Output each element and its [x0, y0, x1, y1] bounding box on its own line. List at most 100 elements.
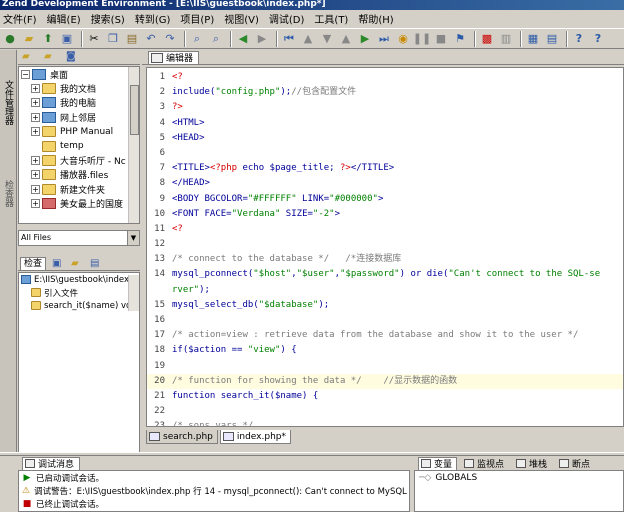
code-line[interactable]: 11 <?	[147, 222, 623, 237]
inspector-item[interactable]: search_it($name) voi	[19, 299, 139, 312]
code-line[interactable]: 15 mysql_select_db("$database");	[147, 298, 623, 313]
help-icon[interactable]: ?	[571, 31, 587, 47]
code-line[interactable]: rver");	[147, 283, 623, 298]
forward-icon[interactable]: ▶	[254, 31, 270, 47]
code-line[interactable]: 14 mysql_pconnect("$host","$user","$passw…	[147, 267, 623, 282]
variable-item[interactable]: ─◇ GLOBALS	[415, 471, 623, 484]
tab-file-1[interactable]: search.php	[146, 430, 218, 444]
tree-item[interactable]: + 美女最上的国度	[19, 197, 139, 211]
step-down-icon[interactable]: ▼	[319, 31, 335, 47]
settings-icon[interactable]: ▤	[544, 31, 560, 47]
expand-icon[interactable]: +	[31, 184, 40, 194]
side-tab-inspectors[interactable]: 检查器	[1, 180, 15, 207]
tree-item[interactable]: + PHP Manual	[19, 125, 139, 139]
inspector-item[interactable]: 引入文件	[19, 286, 139, 299]
menu-tools[interactable]: 工具(T)	[314, 11, 348, 26]
code-line[interactable]: 3 ?>	[147, 100, 623, 115]
tab-variables-3[interactable]: 堆栈	[513, 457, 552, 470]
tab-editor[interactable]: 编辑器	[148, 50, 200, 64]
expand-icon[interactable]: +	[31, 199, 40, 209]
code-line[interactable]: 4 <HTML>	[147, 116, 623, 131]
scroll-thumb[interactable]	[130, 85, 139, 135]
expand-icon[interactable]: +	[31, 156, 40, 166]
code-line[interactable]: 10 <FONT FACE="Verdana" SIZE="-2">	[147, 207, 623, 222]
code-line[interactable]: 18 if($action == "view") {	[147, 343, 623, 358]
profile-icon[interactable]: ⚑	[452, 31, 468, 47]
expand-icon[interactable]: +	[31, 98, 40, 108]
customize-icon[interactable]: ▦	[525, 31, 541, 47]
expand-icon[interactable]: +	[31, 84, 40, 94]
watch-icon[interactable]: ▥	[498, 31, 514, 47]
code-line[interactable]: 13 /* connect to the database */ /*连接数据库	[147, 252, 623, 267]
tab-file-2[interactable]: index.php*	[219, 430, 292, 444]
menu-project[interactable]: 项目(P)	[180, 11, 214, 26]
tab-inspector[interactable]: 检查	[20, 256, 47, 270]
database-tab-icon[interactable]: ◙	[66, 51, 80, 63]
tree-item[interactable]: − 桌面	[19, 67, 139, 81]
tree-item[interactable]: + 播放器.files	[19, 168, 139, 182]
tab-variables-4[interactable]: 断点	[556, 457, 595, 470]
context-help-icon[interactable]: ?	[590, 31, 606, 47]
folder-tab-icon[interactable]: ▰	[22, 51, 36, 63]
tree-item[interactable]: + 大音乐听厅 - Nc	[19, 153, 139, 167]
inspector-item[interactable]: E:\IIS\guestbook\index.php	[19, 273, 139, 286]
side-tab-file-manager[interactable]: 文件管理器	[1, 80, 15, 125]
code-line[interactable]: 23 /* sons vars */	[147, 419, 623, 426]
copy-icon[interactable]: ❐	[105, 31, 121, 47]
find-in-files-icon[interactable]: ⌕	[208, 31, 224, 47]
menu-search[interactable]: 搜索(S)	[91, 11, 125, 26]
code-line[interactable]: 2 include("config.php");//包含配置文件	[147, 85, 623, 100]
fast-forward-icon[interactable]: ⏭	[376, 31, 392, 47]
menu-debug[interactable]: 调试(D)	[269, 11, 305, 26]
file-tree-scrollbar[interactable]	[128, 67, 139, 223]
debug-step-start-icon[interactable]: ⏮	[281, 31, 297, 47]
step-up-icon[interactable]: ▲	[300, 31, 316, 47]
tab-variables-1[interactable]: 变量	[418, 456, 458, 470]
menu-goto[interactable]: 转到(G)	[135, 11, 171, 26]
menu-file[interactable]: 文件(F)	[3, 11, 37, 26]
code-line[interactable]: 12	[147, 237, 623, 252]
open-folder-icon[interactable]: ▰	[21, 31, 37, 47]
undo-icon[interactable]: ↶	[143, 31, 159, 47]
project-tab-icon[interactable]: ▰	[44, 51, 58, 63]
code-line[interactable]: 8 </HEAD>	[147, 176, 623, 191]
find-icon[interactable]: ⌕	[189, 31, 205, 47]
code-line[interactable]: 17 /* action=view : retrieve data from th…	[147, 328, 623, 343]
step-over-icon[interactable]: ▲	[338, 31, 354, 47]
code-line[interactable]: 20 /* function for showing the data */ //…	[147, 373, 623, 389]
code-line[interactable]: 21 function search_it($name) {	[147, 389, 623, 404]
tab-variables-2[interactable]: 监视点	[461, 457, 509, 470]
menu-view[interactable]: 视图(V)	[224, 11, 259, 26]
back-icon[interactable]: ◀	[235, 31, 251, 47]
code-line[interactable]: 7 <TITLE><?php echo $page_title; ?></TITL…	[147, 161, 623, 176]
tree-item[interactable]: + 新建文件夹	[19, 182, 139, 196]
save-icon[interactable]: ▣	[59, 31, 75, 47]
menu-edit[interactable]: 编辑(E)	[47, 11, 81, 26]
tab-debug-messages[interactable]: 调试消息	[22, 456, 81, 470]
open-project-icon[interactable]: ⬆	[40, 31, 56, 47]
stop-icon[interactable]: ■	[433, 31, 449, 47]
redo-icon[interactable]: ↷	[162, 31, 178, 47]
go-icon[interactable]: ◉	[395, 31, 411, 47]
inspector-scrollbar[interactable]	[128, 275, 139, 311]
cut-icon[interactable]: ✂	[86, 31, 102, 47]
folder-icon[interactable]: ▰	[71, 258, 84, 269]
code-line[interactable]: 5 <HEAD>	[147, 131, 623, 146]
list-icon[interactable]: ▤	[90, 258, 103, 269]
expand-icon[interactable]: +	[31, 127, 40, 137]
expand-icon[interactable]: +	[31, 170, 40, 180]
code-line[interactable]: 22	[147, 404, 623, 419]
tree-item[interactable]: + 网上邻居	[19, 110, 139, 124]
collapse-icon[interactable]: −	[21, 69, 30, 79]
code-line[interactable]: 6	[147, 146, 623, 161]
tree-item[interactable]: temp	[19, 139, 139, 153]
code-line[interactable]: 1 <?	[147, 70, 623, 85]
run-icon[interactable]: ▶	[357, 31, 373, 47]
tree-item[interactable]: + 我的文档	[19, 81, 139, 95]
code-line[interactable]: 9 <BODY BGCOLOR="#FFFFFF" LINK="#000000">	[147, 192, 623, 207]
menu-help[interactable]: 帮助(H)	[358, 11, 393, 26]
class-icon[interactable]: ▣	[52, 258, 65, 269]
pause-icon[interactable]: ❚❚	[413, 31, 431, 47]
new-file-icon[interactable]: ●	[2, 31, 18, 47]
breakpoint-icon[interactable]: ▩	[479, 31, 495, 47]
